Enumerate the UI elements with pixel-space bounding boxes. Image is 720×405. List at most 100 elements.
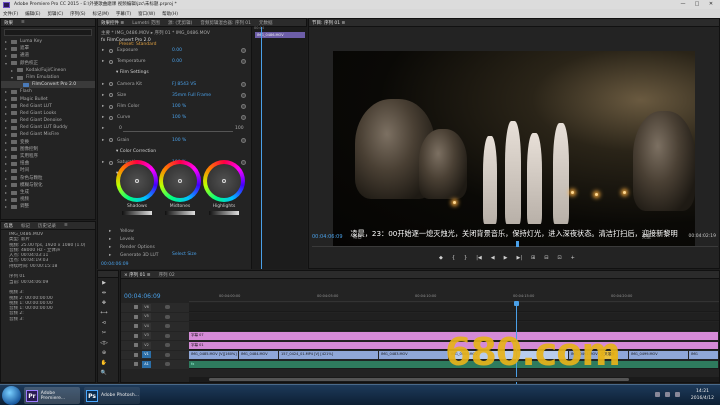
effect-parameter-row[interactable]: ▸ Exposure 0.00 bbox=[98, 47, 251, 54]
reset-parameter-icon[interactable] bbox=[241, 137, 246, 143]
tab-metadata[interactable]: 元数据 bbox=[259, 20, 273, 26]
effect-group-header[interactable]: ▾ Film Settings bbox=[116, 70, 149, 75]
button-editor-button[interactable]: + bbox=[571, 255, 575, 261]
razor-tool-icon[interactable]: ✂ bbox=[100, 329, 108, 337]
parameter-value[interactable]: 100 % bbox=[172, 114, 186, 121]
parameter-value[interactable]: 100 % bbox=[172, 137, 186, 144]
effect-parameter-row[interactable]: ▸ 0 100 bbox=[98, 125, 251, 133]
add-marker-button[interactable]: ◆ bbox=[439, 255, 443, 261]
effect-parameter-row[interactable]: ▸ Grain 100 % bbox=[98, 137, 251, 144]
stopwatch-icon[interactable] bbox=[109, 138, 113, 143]
effect-controls-timecode[interactable]: 00:04:06:09 bbox=[98, 261, 251, 269]
program-video-frame[interactable]: 凌晨，23：00开始逐一熄灭烛光，关闭背景音乐，保持灯光，进入深夜状态。清洁打扫… bbox=[333, 51, 695, 247]
toggle-output-eye-icon[interactable] bbox=[165, 343, 170, 347]
mini-timeline-clip[interactable]: IMG_0486.MOV bbox=[255, 32, 305, 38]
timeline-clip[interactable]: 157_0424_01.MP4 [V] [421%] bbox=[279, 351, 379, 359]
reset-parameter-icon[interactable] bbox=[241, 115, 246, 121]
track-select-tool-icon[interactable]: ⇹ bbox=[100, 289, 108, 297]
effects-tree-item[interactable]: ▸ 生成 bbox=[1, 189, 95, 196]
menu-window[interactable]: 窗口(W) bbox=[138, 11, 155, 17]
stopwatch-icon[interactable] bbox=[109, 115, 113, 120]
parameter-slider[interactable] bbox=[123, 131, 233, 133]
stopwatch-icon[interactable] bbox=[109, 59, 113, 64]
effects-tree-item[interactable]: ▸ 通道 bbox=[1, 52, 95, 59]
menu-help[interactable]: 帮助(H) bbox=[162, 11, 178, 17]
effect-controls-breadcrumb[interactable]: 主要 * IMG_0486.MOV ▸ 序列 01 * IMG_0486.MOV bbox=[101, 30, 210, 36]
zoom-tool-icon[interactable]: 🔍 bbox=[100, 369, 108, 377]
lock-track-icon[interactable] bbox=[134, 343, 138, 347]
effects-tree-item[interactable]: ▸ 扭曲 bbox=[1, 160, 95, 167]
expand-triangle-icon[interactable]: ▸ bbox=[109, 236, 111, 243]
parameter-value[interactable]: 35mm Full Frame bbox=[172, 92, 211, 99]
effects-tree-item[interactable]: ▸ 模糊与锐化 bbox=[1, 182, 95, 189]
close-button[interactable]: ✕ bbox=[704, 0, 718, 9]
panel-menu-icon[interactable]: ≡ bbox=[64, 223, 68, 228]
razor-prev-tool-icon[interactable]: ⊲ bbox=[100, 319, 108, 327]
go-to-in-button[interactable]: |◀ bbox=[476, 255, 482, 261]
timeline-clip[interactable]: IMG_0499.MOV bbox=[629, 351, 689, 359]
menu-file[interactable]: 文件(F) bbox=[3, 11, 18, 17]
tab-markers[interactable]: 标记 bbox=[21, 223, 30, 229]
mini-timeline-playhead[interactable] bbox=[261, 27, 262, 269]
expand-triangle-icon[interactable]: ▸ bbox=[102, 159, 104, 166]
menu-clip[interactable]: 剪辑(C) bbox=[47, 11, 63, 17]
timeline-clip[interactable]: IMG_0484.MOV bbox=[239, 351, 279, 359]
track-target-toggle[interactable]: V5 bbox=[142, 313, 151, 320]
extract-button[interactable]: ⊟ bbox=[544, 255, 548, 261]
tray-icon[interactable] bbox=[655, 392, 660, 397]
stopwatch-icon[interactable] bbox=[109, 104, 113, 109]
expand-triangle-icon[interactable]: ▸ bbox=[102, 114, 104, 121]
effects-tree-item[interactable]: ▸ 时间 bbox=[1, 167, 95, 174]
parameter-value[interactable]: 100 % bbox=[172, 103, 186, 110]
effect-parameter-row[interactable]: ▸ Film Color 100 % bbox=[98, 103, 251, 110]
highlights-wheel-handle[interactable] bbox=[222, 179, 226, 183]
selection-tool-icon[interactable]: ▶ bbox=[100, 279, 108, 287]
tab-program-sequence-01[interactable]: 节目: 序列 01 ≡ bbox=[312, 20, 345, 26]
effect-parameter-row[interactable]: ▸ Camera Kit FJ 8543 VS bbox=[98, 81, 251, 88]
effects-tree-item[interactable]: ▸ Red Giant LUT bbox=[1, 103, 95, 110]
effects-tree-item[interactable]: ▸ Red Giant Looks bbox=[1, 110, 95, 117]
menu-marker[interactable]: 标记(M) bbox=[93, 11, 109, 17]
shadows-wheel-handle[interactable] bbox=[135, 179, 139, 183]
lut-size-dropdown[interactable]: Select Size bbox=[172, 252, 197, 257]
midtones-color-wheel[interactable] bbox=[159, 160, 201, 202]
reset-parameter-icon[interactable] bbox=[241, 48, 246, 53]
reset-parameter-icon[interactable] bbox=[241, 92, 246, 98]
timeline-timecode[interactable]: 00:04:06:09 bbox=[124, 293, 161, 300]
effects-tree-item[interactable]: ▸ Magic Bullet bbox=[1, 96, 95, 103]
reset-parameter-icon[interactable] bbox=[241, 81, 246, 87]
pen-tool-icon[interactable]: ⊕ bbox=[100, 349, 108, 357]
timeline-scrollbar[interactable] bbox=[189, 377, 719, 382]
effect-group-header[interactable]: ▾ Color Correction bbox=[116, 149, 156, 154]
program-playhead-timecode[interactable]: 00:04:06:09 bbox=[312, 234, 343, 240]
shadows-luma-slider[interactable] bbox=[122, 211, 152, 215]
stopwatch-icon[interactable] bbox=[109, 82, 113, 87]
tab-sequence-01[interactable]: × 序列 01 ≡ bbox=[124, 272, 151, 278]
tray-icon[interactable] bbox=[665, 392, 670, 397]
resolution-dropdown[interactable]: 完整 bbox=[642, 234, 651, 240]
lock-track-icon[interactable] bbox=[134, 305, 138, 309]
expand-triangle-icon[interactable]: ▸ bbox=[102, 58, 104, 65]
effect-parameter-row[interactable]: ▸ Render Options bbox=[98, 244, 251, 251]
tab-sequence-02[interactable]: 序列 02 bbox=[159, 272, 175, 278]
lift-button[interactable]: ⊞ bbox=[531, 255, 535, 261]
timeline-scroll-thumb[interactable] bbox=[209, 378, 629, 381]
expand-triangle-icon[interactable]: ▸ bbox=[109, 244, 111, 251]
timeline-clip[interactable]: IMG bbox=[689, 351, 719, 359]
tab-lumetri-scopes[interactable]: Lumetri 范围 bbox=[132, 20, 160, 26]
tab-history[interactable]: 历史记录 bbox=[38, 223, 56, 229]
effects-tree-item[interactable]: ▸ 遮罩 bbox=[1, 45, 95, 52]
start-button[interactable] bbox=[2, 386, 21, 405]
effects-tree-item[interactable]: ▸ 调整 bbox=[1, 203, 95, 210]
track-target-toggle[interactable]: V3 bbox=[142, 332, 151, 339]
slip-tool-icon[interactable]: ◁▷ bbox=[100, 339, 108, 347]
hand-tool-icon[interactable]: ✋ bbox=[100, 359, 108, 367]
effects-tree-item[interactable]: ▸ 变换 bbox=[1, 139, 95, 146]
menu-sequence[interactable]: 序列(S) bbox=[70, 11, 85, 17]
effects-tree-item[interactable]: ▸ Luma Key bbox=[1, 38, 95, 45]
reset-parameter-icon[interactable] bbox=[241, 59, 246, 65]
expand-triangle-icon[interactable]: ▸ bbox=[102, 92, 104, 99]
highlights-luma-slider[interactable] bbox=[209, 211, 239, 215]
parameter-value[interactable]: 0.00 bbox=[172, 47, 182, 54]
lock-track-icon[interactable] bbox=[134, 333, 138, 338]
